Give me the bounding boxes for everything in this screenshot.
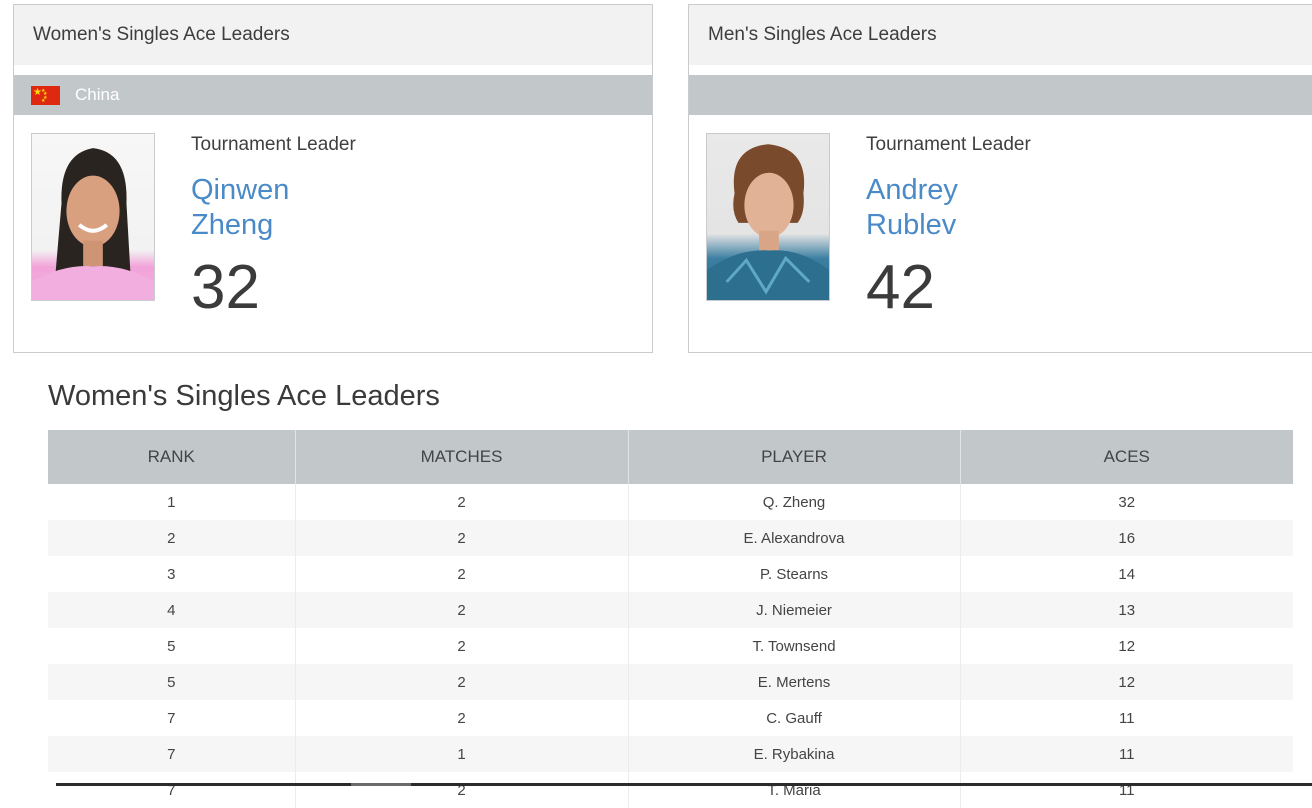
column-header-aces[interactable]: ACES	[960, 430, 1293, 484]
aces-cell: 11	[1118, 709, 1135, 727]
rank-cell: 7	[48, 772, 296, 808]
player-cell[interactable]: T. Townsend	[628, 628, 961, 664]
table-row: 1 2 Q. Zheng 32	[48, 484, 1293, 520]
table-row: 3 2 P. Stearns 14	[48, 556, 1293, 592]
matches-cell: 2	[295, 484, 629, 520]
table-section-title: Women's Singles Ace Leaders	[48, 380, 440, 412]
women-country-name: China	[75, 85, 120, 104]
matches-cell: 2	[295, 592, 629, 628]
column-header-rank[interactable]: RANK	[48, 430, 296, 484]
china-flag-icon: ★ ★ ★ ★ ★	[31, 85, 60, 105]
rank-cell: 7	[48, 700, 296, 736]
player-cell[interactable]: P. Stearns	[628, 556, 961, 592]
aces-cell: 32	[1118, 493, 1136, 511]
aces-cell: 13	[960, 592, 1293, 628]
rank-cell: 3	[48, 556, 296, 592]
ace-leaders-table: RANK MATCHES PLAYER ACES 1 2 Q. Zheng 32…	[48, 430, 1293, 808]
men-leader-first-name[interactable]: Andrey	[866, 173, 1046, 208]
women-leader-last-name[interactable]: Zheng	[191, 208, 371, 243]
matches-cell: 2	[295, 772, 629, 808]
table-row: 5 2 E. Mertens 12	[48, 664, 1293, 700]
table-header-row: RANK MATCHES PLAYER ACES	[48, 430, 1293, 484]
player-cell[interactable]: C. Gauff	[628, 700, 961, 736]
matches-cell: 2	[295, 628, 629, 664]
player-cell[interactable]: E. Alexandrova	[628, 520, 961, 556]
table-row: 2 2 E. Alexandrova 16	[48, 520, 1293, 556]
column-header-player[interactable]: PLAYER	[628, 430, 961, 484]
rank-cell: 5	[48, 664, 296, 700]
aces-cell: 16	[960, 520, 1293, 556]
women-country-bar: ★ ★ ★ ★ ★ China	[14, 75, 652, 115]
rank-cell: 4	[48, 592, 296, 628]
player-cell[interactable]: Q. Zheng	[628, 484, 961, 520]
table-row: 4 2 J. Niemeier 13	[48, 592, 1293, 628]
table-row: 7 2 T. Maria 11	[48, 772, 1293, 808]
matches-cell: 1	[295, 736, 629, 772]
aces-cell: 11	[960, 736, 1293, 772]
table-row: 7 1 E. Rybakina 11	[48, 736, 1293, 772]
table-row: 7 2 C. Gauff 11	[48, 700, 1293, 736]
aces-cell: 14	[1118, 565, 1136, 583]
men-country-bar	[689, 75, 1312, 115]
women-card-title: Women's Singles Ace Leaders	[14, 5, 652, 66]
matches-cell: 2	[295, 664, 629, 700]
aces-cell: 11	[1118, 781, 1135, 799]
men-leader-name-link[interactable]: Andrey Rublev	[866, 173, 1046, 243]
women-leader-name-link[interactable]: Qinwen Zheng	[191, 173, 371, 243]
column-header-matches[interactable]: MATCHES	[295, 430, 629, 484]
aces-cell: 12	[960, 664, 1293, 700]
aces-cell: 12	[1118, 637, 1136, 655]
men-leader-aces: 42	[866, 253, 935, 322]
player-cell[interactable]: E. Mertens	[628, 664, 961, 700]
rank-cell: 1	[48, 484, 296, 520]
women-leader-aces: 32	[191, 253, 260, 322]
women-leader-card: Women's Singles Ace Leaders ★ ★ ★ ★ ★ China …	[13, 4, 653, 353]
matches-cell: 2	[295, 700, 629, 736]
women-leader-photo[interactable]	[31, 133, 155, 301]
men-leader-photo[interactable]	[706, 133, 830, 301]
matches-cell: 2	[295, 556, 629, 592]
men-leader-label: Tournament Leader	[866, 134, 1031, 155]
matches-cell: 2	[295, 520, 629, 556]
player-cell[interactable]: T. Maria	[628, 772, 961, 808]
women-leader-label: Tournament Leader	[191, 134, 356, 155]
men-card-title: Men's Singles Ace Leaders	[689, 5, 1312, 66]
women-leader-first-name[interactable]: Qinwen	[191, 173, 371, 208]
men-leader-last-name[interactable]: Rublev	[866, 208, 1046, 243]
player-cell[interactable]: E. Rybakina	[628, 736, 961, 772]
men-leader-card: Men's Singles Ace Leaders Tournament Lea…	[688, 4, 1312, 353]
player-cell[interactable]: J. Niemeier	[628, 592, 961, 628]
rank-cell: 7	[48, 736, 296, 772]
table-row: 5 2 T. Townsend 12	[48, 628, 1293, 664]
rank-cell: 2	[48, 520, 296, 556]
rank-cell: 5	[48, 628, 296, 664]
